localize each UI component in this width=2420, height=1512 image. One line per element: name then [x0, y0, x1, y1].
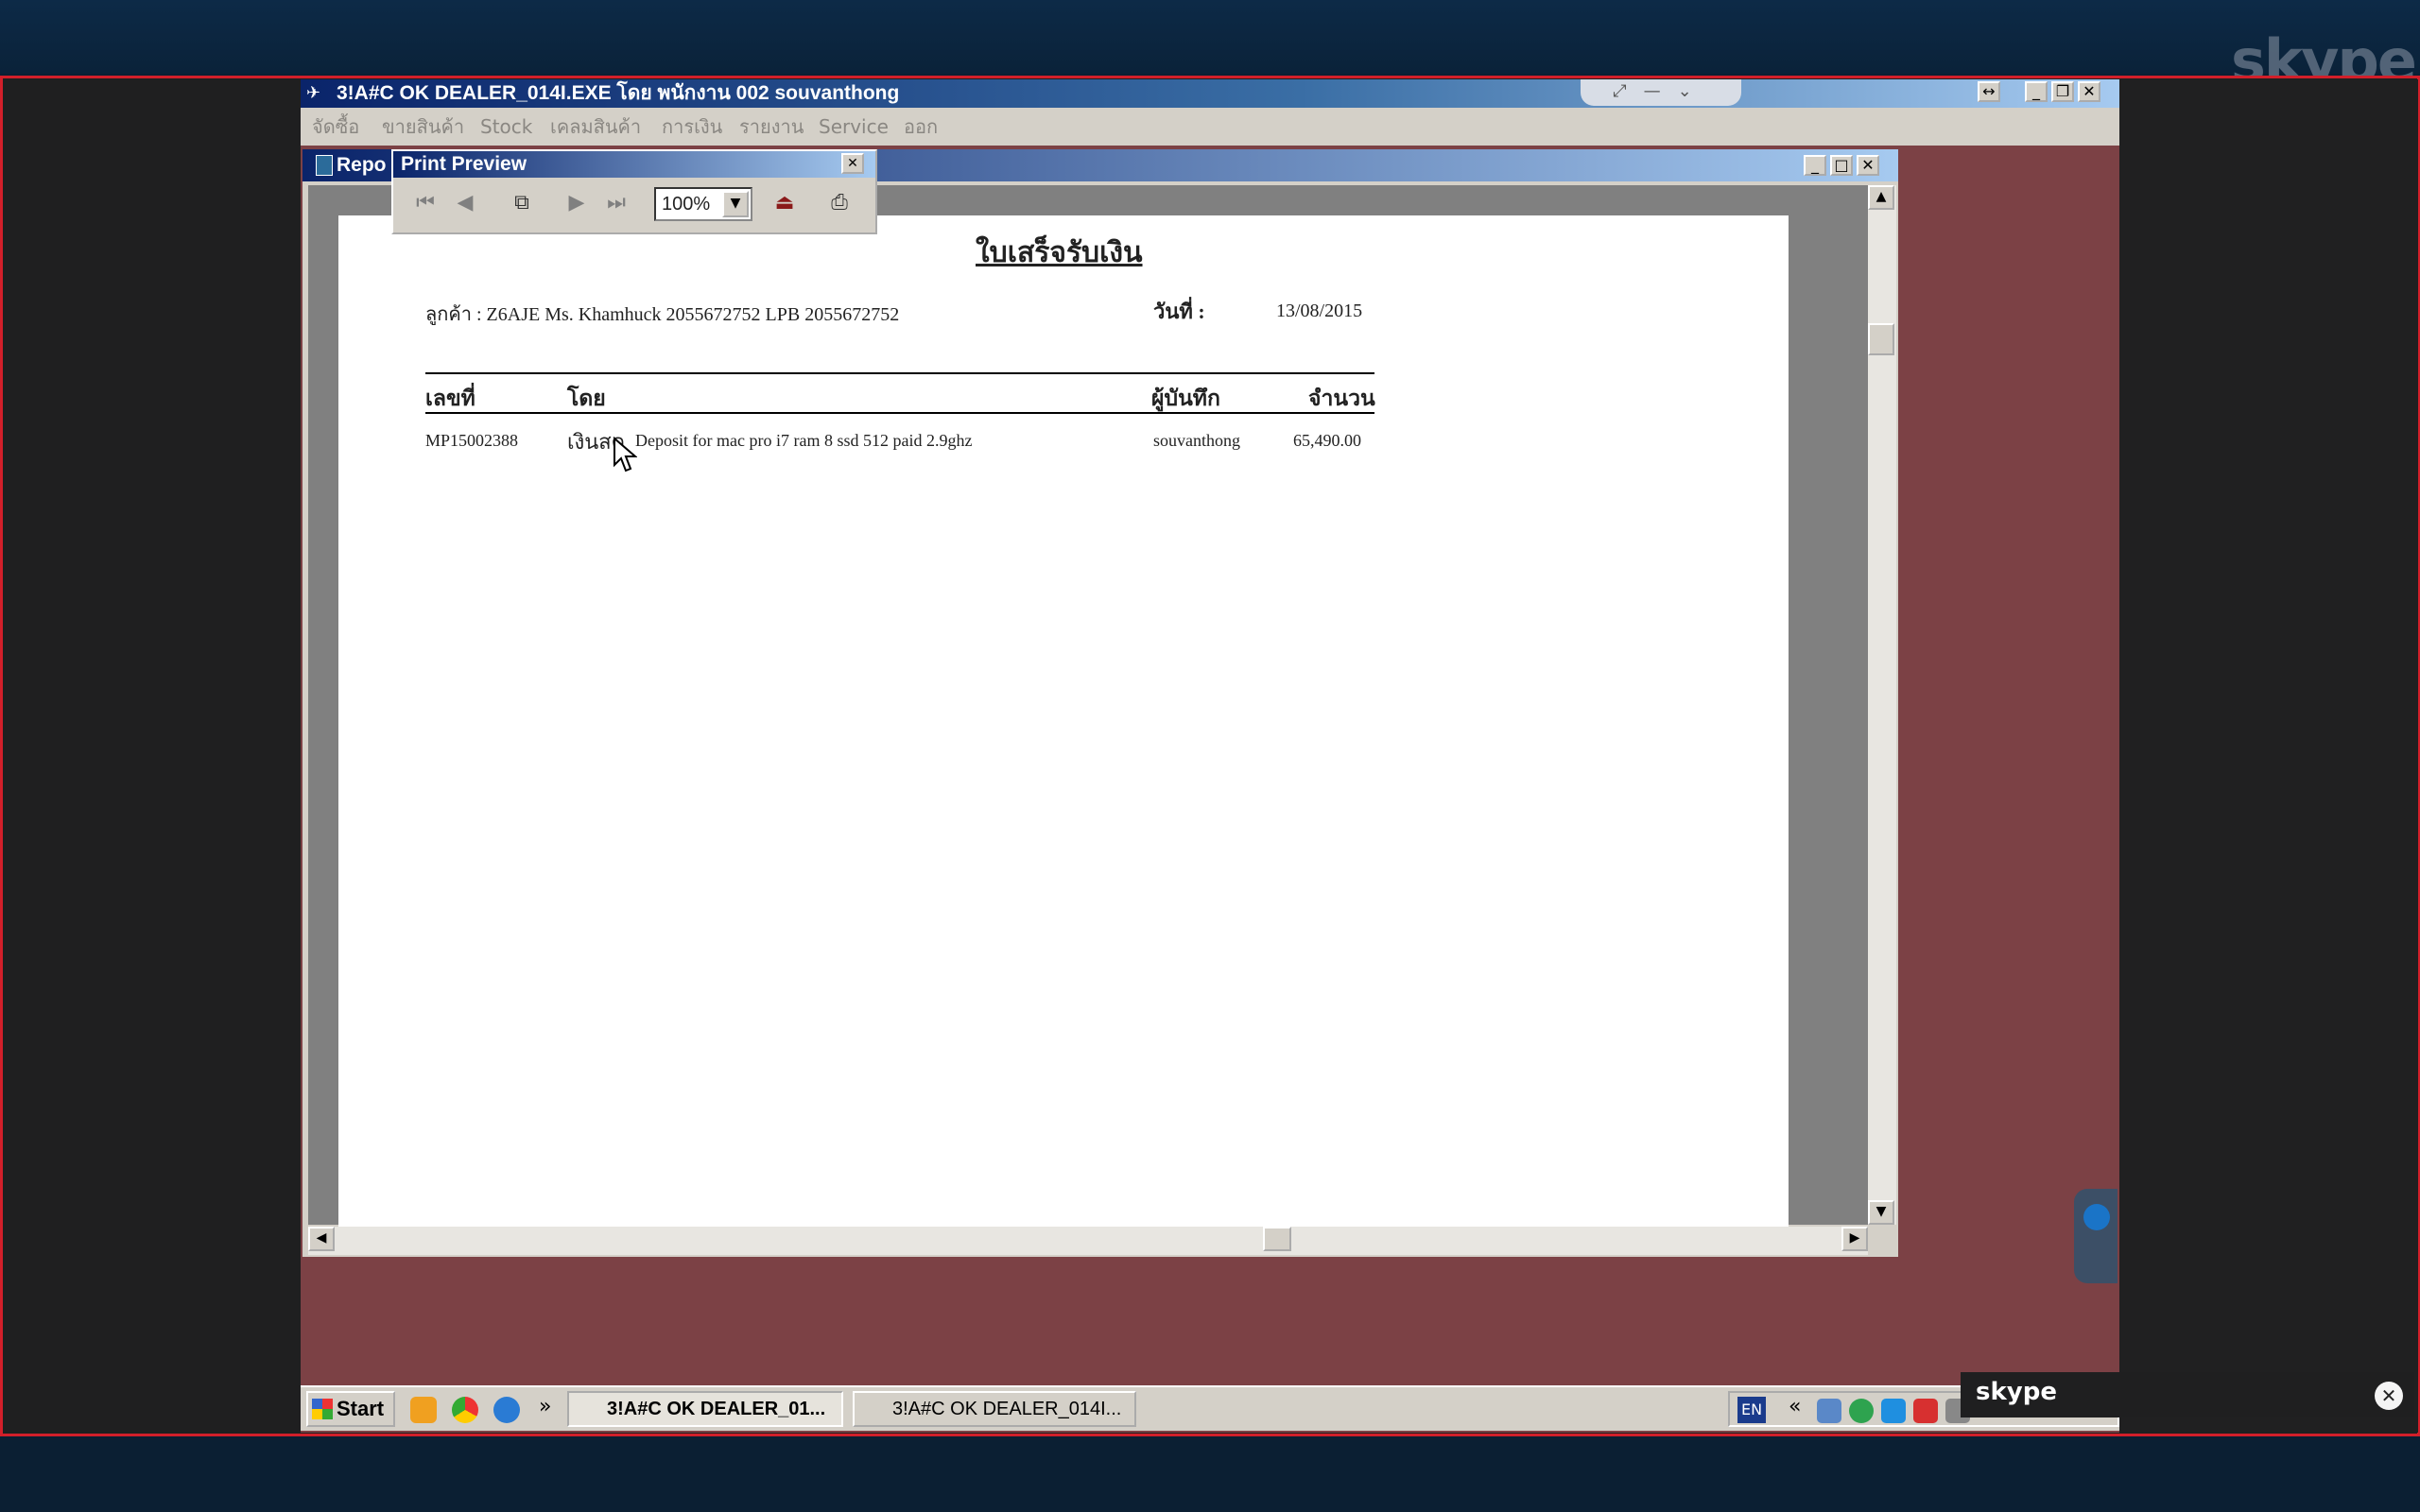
windows-flag-icon — [312, 1399, 333, 1419]
share-margin — [2119, 79, 2418, 1433]
report-page — [338, 215, 1789, 1227]
scroll-up-button[interactable]: ▲ — [1868, 185, 1894, 210]
internet-explorer-icon[interactable] — [493, 1397, 520, 1423]
teamviewer-icon — [2083, 1204, 2110, 1230]
skype-mini-logo: skype — [1976, 1378, 2057, 1406]
teamviewer-tray-icon[interactable] — [1881, 1399, 1906, 1423]
report-maximize-button[interactable]: □ — [1830, 155, 1853, 176]
antivirus-icon[interactable] — [1913, 1399, 1938, 1423]
menu-stock[interactable]: Stock — [480, 108, 532, 146]
skype-bottom-bar — [0, 1436, 2420, 1512]
row-recorder: souvanthong — [1153, 431, 1240, 450]
menu-finance[interactable]: การเงิน — [662, 108, 722, 146]
customer-info: ลูกค้า : Z6AJE Ms. Khamhuck 2055672752 L… — [425, 304, 900, 325]
date-label: วันที่ : — [1153, 300, 1205, 323]
language-indicator[interactable]: EN — [1737, 1397, 1766, 1423]
minimize-button[interactable]: _ — [2025, 81, 2048, 102]
print-preview-title: Print Preview — [401, 153, 527, 175]
document-date: 13/08/2015 — [1276, 301, 1363, 321]
column-header-number: เลขที่ — [425, 387, 475, 410]
chevron-down-icon[interactable]: ▼ — [722, 191, 749, 217]
scroll-left-button[interactable]: ◀ — [308, 1227, 335, 1251]
row-number: MP15002388 — [425, 431, 519, 450]
close-icon[interactable]: ✕ — [2375, 1382, 2403, 1410]
document-title: ใบเสร็จรับเงิน — [976, 237, 1143, 268]
remote-control-pill[interactable]: ⤢—⌄ — [1581, 79, 1741, 106]
close-preview-icon[interactable]: ⏏ — [768, 185, 802, 221]
vertical-scroll-thumb[interactable] — [1868, 323, 1894, 355]
task-dealer-1[interactable]: 3!A#C OK DEALER_01... — [567, 1391, 843, 1427]
menu-claim[interactable]: เคลมสินค้า — [550, 108, 641, 146]
skype-top-bar — [0, 0, 2420, 74]
quicklaunch-app-icon[interactable] — [410, 1397, 437, 1423]
teamviewer-tab[interactable] — [2074, 1189, 2118, 1283]
resize-arrows-icon[interactable]: ↔ — [1978, 81, 2000, 102]
scroll-right-button[interactable]: ▶ — [1841, 1227, 1868, 1251]
column-header-amount: จำนวน — [1308, 387, 1375, 410]
column-header-recorder: ผู้บันทึก — [1151, 387, 1220, 410]
horizontal-scroll-thumb[interactable] — [1263, 1227, 1291, 1251]
row-description: Deposit for mac pro i7 ram 8 ssd 512 pai… — [635, 431, 973, 450]
menu-exit[interactable]: ออก — [904, 108, 938, 146]
task-dealer-2[interactable]: 3!A#C OK DEALER_014I... — [853, 1391, 1136, 1427]
last-page-icon[interactable]: ⏭ — [599, 185, 633, 221]
column-header-method: โดย — [567, 387, 606, 410]
restore-button[interactable]: ❐ — [2051, 81, 2074, 102]
report-title: Repo — [337, 154, 387, 176]
network-icon[interactable] — [1817, 1399, 1841, 1423]
report-close-button[interactable]: ✕ — [1857, 155, 1879, 176]
app-title: 3!A#C OK DEALER_014I.EXE โดย พนักงาน 002… — [337, 82, 900, 104]
menu-report[interactable]: รายงาน — [739, 108, 804, 146]
scroll-down-button[interactable]: ▼ — [1868, 1200, 1894, 1225]
chrome-icon[interactable] — [452, 1397, 478, 1423]
report-icon — [316, 155, 333, 176]
tray-app-icon[interactable] — [1849, 1399, 1874, 1423]
close-button[interactable]: ✕ — [2078, 81, 2100, 102]
printer-icon[interactable]: ⎙ — [822, 185, 856, 221]
quicklaunch-more-icon[interactable]: » — [539, 1391, 551, 1423]
first-page-icon[interactable]: ⏮ — [408, 185, 442, 221]
menu-service[interactable]: Service — [819, 108, 889, 146]
tray-expand-icon[interactable]: « — [1789, 1391, 1801, 1423]
row-amount: 65,490.00 — [1293, 431, 1361, 450]
multi-page-icon[interactable]: ⧉ — [505, 185, 539, 221]
report-minimize-button[interactable]: _ — [1804, 155, 1826, 176]
print-preview-close-button[interactable]: ✕ — [841, 153, 864, 174]
menu-purchase[interactable]: จัดซื้อ — [312, 108, 359, 146]
header-top-rule — [425, 372, 1374, 374]
mouse-cursor-icon — [614, 437, 637, 472]
app-icon: ✈ — [306, 83, 321, 103]
prev-page-icon[interactable]: ◀ — [448, 185, 482, 221]
next-page-icon[interactable]: ▶ — [560, 185, 594, 221]
menu-sales[interactable]: ขายสินค้า — [382, 108, 464, 146]
horizontal-scrollbar[interactable] — [308, 1227, 1868, 1255]
